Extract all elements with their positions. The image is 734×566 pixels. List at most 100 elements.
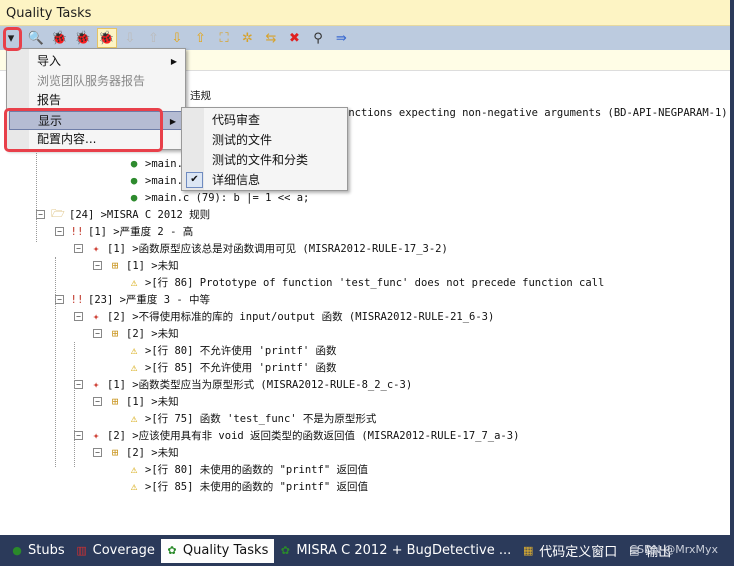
submenu-item-0[interactable]: 代码审查 (184, 110, 344, 130)
collapse-toggle[interactable]: − (93, 329, 102, 338)
tree-row[interactable]: − ✦ [1] >函数类型应当为原型形式 (MISRA2012-RULE-8_2_c… (74, 376, 412, 393)
tab-quality[interactable]: ✿ Quality Tasks (160, 538, 275, 563)
tree-guide-line (55, 257, 56, 467)
tree-row-label: >[行 80] 未使用的函数的 "printf" 返回值 (145, 464, 368, 476)
collapse-toggle[interactable]: − (55, 295, 64, 304)
rule-icon: ✦ (92, 310, 100, 323)
tree-row[interactable]: − ✦ [2] >不得使用标准的库的 input/output 函数 (MISRA2… (74, 308, 494, 325)
collapse-toggle[interactable]: − (93, 448, 102, 457)
tree-row[interactable]: − ⊞ [2] >未知 (93, 444, 179, 461)
tree-row[interactable]: − 🗁 [24] >MISRA C 2012 规则 (36, 206, 210, 223)
forward-button[interactable]: ⇛ (332, 28, 352, 48)
bug-button-1[interactable]: 🐞 (50, 28, 70, 48)
tab-stubs[interactable]: ● Stubs (6, 539, 71, 563)
tab-coverage[interactable]: ▥ Coverage (71, 539, 161, 563)
collapse-button[interactable]: ✲ (238, 28, 258, 48)
warning-icon: ⚠ (130, 480, 138, 493)
expand-button[interactable]: ⛶ (214, 28, 234, 48)
collapse-toggle[interactable]: − (93, 261, 102, 270)
tree-row-label: >[行 75] 函数 'test_func' 不是为原型形式 (145, 413, 377, 425)
tab-label: MISRA C 2012 + BugDetective ... (296, 543, 512, 558)
tree-row-label: [24] >MISRA C 2012 规则 (69, 209, 211, 221)
menu-item-label: 浏览团队服务器报告 (37, 73, 146, 88)
tab-label: Coverage (92, 543, 155, 558)
delete-button[interactable]: ✖ (285, 28, 305, 48)
tree-row-label: >[行 86] Prototype of function 'test_func… (145, 277, 605, 289)
rule-icon: ✦ (92, 429, 100, 442)
warning-icon: ⚠ (130, 344, 138, 357)
tree-row[interactable]: ⚠ >[行 85] 未使用的函数的 "printf" 返回值 (127, 478, 368, 495)
bug-3-icon: 🐞 (98, 30, 115, 46)
collapse-toggle[interactable]: − (36, 210, 45, 219)
collapse-toggle[interactable]: − (93, 397, 102, 406)
tab-代码定义窗口[interactable]: ▦ 代码定义窗口 (517, 539, 623, 563)
collapse-toggle[interactable]: − (74, 312, 83, 321)
warning-icon: ⚠ (130, 361, 138, 374)
coverage-icon: ▥ (76, 544, 87, 557)
tree-row-label: [2] >未知 (126, 447, 179, 459)
tree-row-label: [2] >未知 (126, 328, 179, 340)
category-icon: ⊞ (111, 395, 119, 408)
tree-row-label: >main.c (79): b |= 1 << a; (145, 191, 310, 204)
tree-row[interactable]: − ⊞ [1] >未知 (93, 393, 179, 410)
submenu-item-label: 代码审查 (212, 113, 261, 127)
tree-row[interactable]: − ⊞ [2] >未知 (93, 325, 179, 342)
severity-icon: !! (70, 293, 84, 306)
tree-row[interactable]: ● >main.c (79): b |= 1 << a; (127, 189, 310, 206)
tree-row[interactable]: ⚠ >[行 85] 不允许使用 'printf' 函数 (127, 359, 337, 376)
tree-guide-line (74, 342, 75, 467)
next-disabled-icon: ⇩ (124, 30, 136, 46)
collapse-toggle[interactable]: − (55, 227, 64, 236)
collapse-toggle[interactable]: − (74, 380, 83, 389)
bug-button-2[interactable]: 🐞 (73, 28, 93, 48)
find-button[interactable]: ⚲ (308, 28, 328, 48)
tree-row-label: unctions expecting non-negative argument… (342, 106, 728, 119)
collapse-toggle[interactable]: − (74, 244, 83, 253)
submenu-item-2[interactable]: 测试的文件和分类 (184, 150, 344, 170)
tree-row[interactable]: unctions expecting non-negative argument… (342, 104, 728, 121)
tree-row-label: >[行 85] 未使用的函数的 "printf" 返回值 (145, 481, 368, 493)
category-icon: ⊞ (111, 259, 119, 272)
toolbar: ▾ 🔍 🐞 🐞 🐞 ⇩ ⇧ ⇩ ⇧ ⛶ ✲ ⇆ ✖ ⚲ ⇛ (0, 26, 730, 50)
tree-row[interactable]: ⚠ >[行 86] Prototype of function 'test_fun… (127, 274, 605, 291)
up-button[interactable]: ⇧ (191, 28, 211, 48)
tab-label: Stubs (28, 543, 65, 558)
search-button[interactable]: 🔍 (26, 28, 46, 48)
collapse-toggle[interactable]: − (74, 431, 83, 440)
rule-icon: ✦ (92, 378, 100, 391)
quality-tasks-window: Quality Tasks ▾ 🔍 🐞 🐞 🐞 ⇩ ⇧ ⇩ ⇧ ⛶ ✲ ⇆ ✖ ⚲ ⇛ 违规 unctions… (0, 0, 734, 535)
flow-start-icon: ● (130, 157, 138, 170)
down-icon: ⇩ (171, 30, 183, 46)
down-button[interactable]: ⇩ (167, 28, 187, 48)
submenu-item-label: 测试的文件和分类 (212, 153, 309, 167)
submenu-item-3[interactable]: ✔ 详细信息 (184, 170, 344, 190)
tree-row[interactable]: ⚠ >[行 80] 不允许使用 'printf' 函数 (127, 342, 337, 359)
sync-button[interactable]: ⇆ (261, 28, 281, 48)
tree-row[interactable]: ⚠ >[行 80] 未使用的函数的 "printf" 返回值 (127, 461, 368, 478)
bug-1-icon: 🐞 (51, 30, 68, 46)
menu-item-label: 报告 (37, 93, 62, 107)
tree-row-label: [2] >应该使用具有非 void 返回类型的函数返回值 (MISRA2012-… (107, 430, 520, 442)
tree-row[interactable]: −!! [1] >严重度 2 - 高 (55, 223, 193, 240)
tree-row-label: 违规 (190, 90, 211, 102)
tree-row[interactable]: − ✦ [1] >函数原型应该总是对函数调用可见 (MISRA2012-RULE-1… (74, 240, 448, 257)
tree-row[interactable]: 违规 (190, 87, 211, 104)
category-icon: ⊞ (111, 446, 119, 459)
flow-icon: ● (130, 174, 138, 187)
tab-label: 代码定义窗口 (539, 545, 618, 560)
submenu-item-1[interactable]: 测试的文件 (184, 130, 344, 150)
tree-row-label: >[行 80] 不允许使用 'printf' 函数 (145, 345, 337, 357)
tree-row[interactable]: ⚠ >[行 75] 函数 'test_func' 不是为原型形式 (127, 410, 377, 427)
tree-row[interactable]: −!! [23] >严重度 3 - 中等 (55, 291, 210, 308)
severity-icon: !! (70, 225, 84, 238)
check-icon: ✔ (186, 172, 203, 188)
tree-row-label: [1] >函数类型应当为原型形式 (MISRA2012-RULE-8_2_c-3… (107, 379, 413, 391)
tab-misra[interactable]: ✿ MISRA C 2012 + BugDetective ... (274, 539, 517, 563)
window-title: Quality Tasks (0, 0, 730, 26)
submenu-arrow-icon: ▶ (169, 116, 176, 126)
bug-button-3[interactable]: 🐞 (96, 28, 117, 48)
tree-row[interactable]: − ✦ [2] >应该使用具有非 void 返回类型的函数返回值 (MISRA201… (74, 427, 519, 444)
submenu-arrow-icon: ▶ (170, 57, 177, 66)
menu-item-0[interactable]: 导入 ▶ (9, 52, 183, 71)
tree-row[interactable]: − ⊞ [1] >未知 (93, 257, 179, 274)
